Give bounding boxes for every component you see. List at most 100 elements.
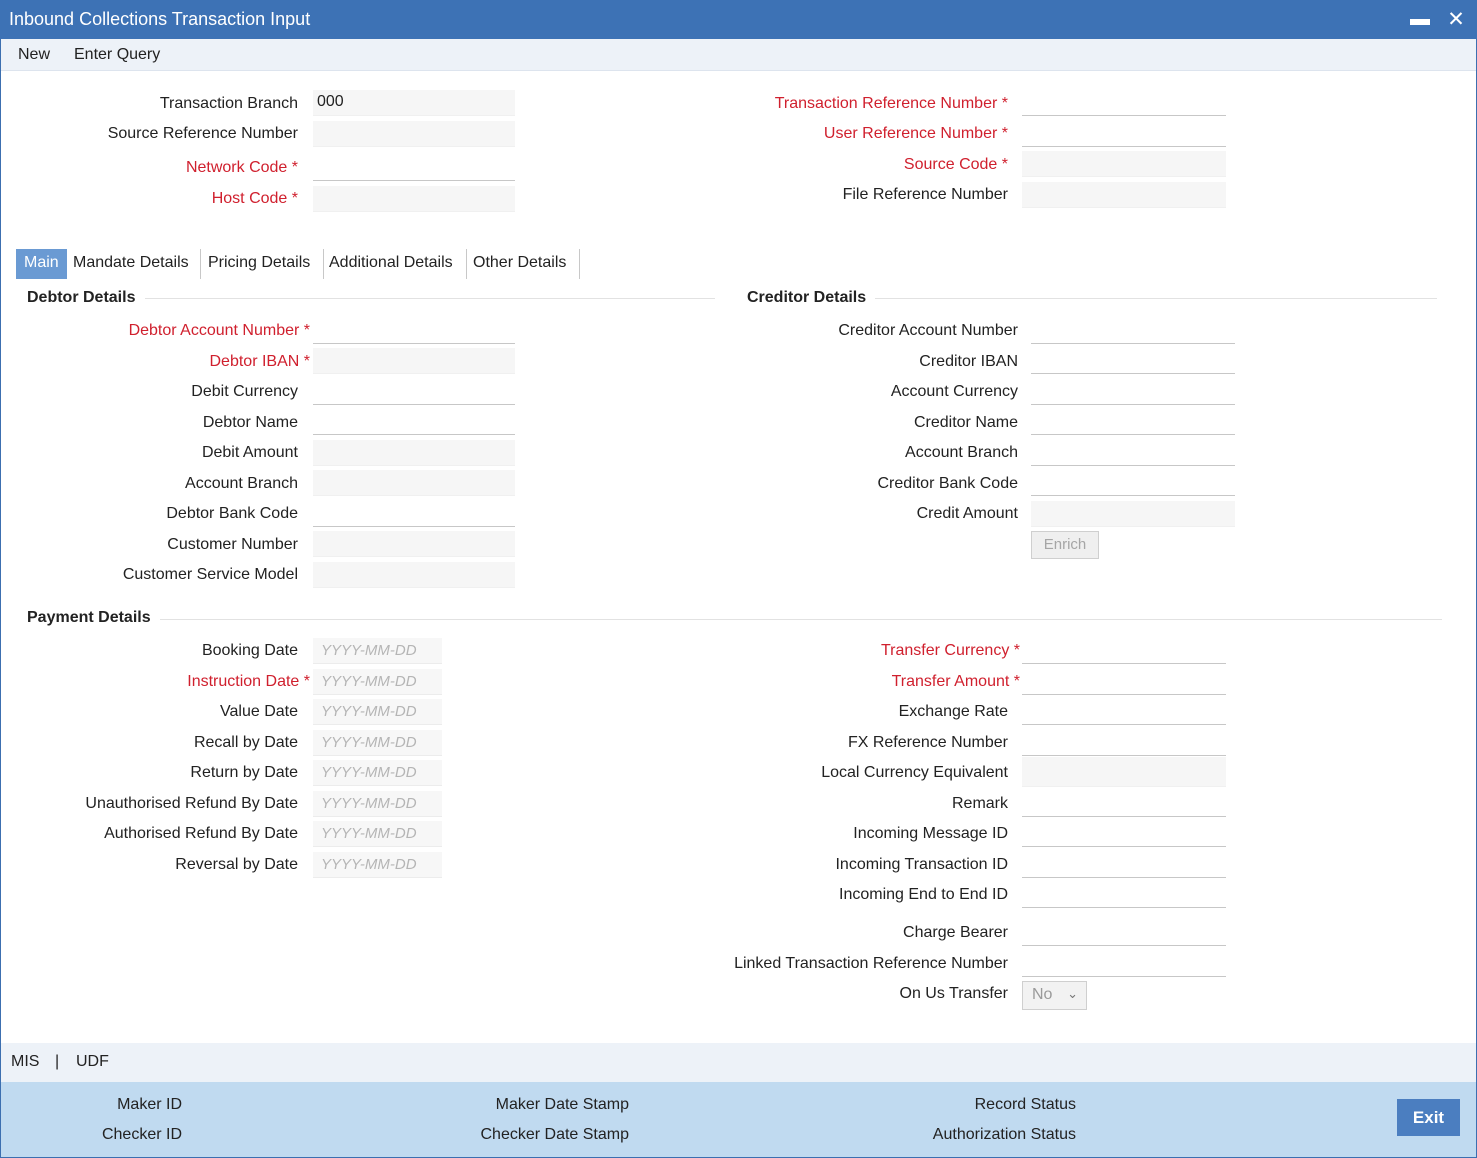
reversal-by-date-field[interactable]: YYYY-MM-DD: [313, 852, 442, 878]
network-code-label: Network Code *: [185, 159, 298, 176]
transaction-reference-number-field[interactable]: [1022, 90, 1226, 116]
debit-currency-field[interactable]: [313, 379, 515, 405]
udf-link[interactable]: UDF: [76, 1053, 109, 1071]
transfer-currency-field[interactable]: [1022, 638, 1226, 664]
transfer-currency-label: Transfer Currency *: [880, 642, 1020, 659]
on-us-transfer-select[interactable]: No ⌄: [1022, 981, 1087, 1010]
creditor-iban-label: Creditor IBAN: [919, 353, 1018, 370]
local-currency-equivalent-label: Local Currency Equivalent: [821, 764, 1008, 781]
fx-reference-number-field[interactable]: [1022, 730, 1226, 756]
tab-divider: [323, 249, 324, 279]
incoming-transaction-id-label: Incoming Transaction ID: [835, 856, 1008, 873]
exchange-rate-field[interactable]: [1022, 699, 1226, 725]
account-currency-label: Account Currency: [890, 383, 1018, 400]
unauthorised-refund-by-date-field[interactable]: YYYY-MM-DD: [313, 791, 442, 817]
transaction-branch-label: Transaction Branch: [159, 95, 298, 112]
creditor-name-label: Creditor Name: [913, 414, 1018, 431]
user-reference-number-field[interactable]: [1022, 121, 1226, 147]
creditor-name-field[interactable]: [1031, 409, 1235, 435]
debtor-bank-code-label: Debtor Bank Code: [166, 505, 298, 522]
maker-id-label: Maker ID: [117, 1096, 182, 1113]
charge-bearer-field[interactable]: [1022, 920, 1226, 946]
creditor-iban-field[interactable]: [1031, 348, 1235, 374]
source-code-field: [1022, 151, 1226, 177]
new-menu-item[interactable]: New: [18, 46, 50, 64]
creditor-account-branch-field[interactable]: [1031, 440, 1235, 466]
debit-currency-label: Debit Currency: [191, 383, 298, 400]
fx-reference-number-label: FX Reference Number: [847, 734, 1008, 751]
debit-amount-field: [313, 440, 515, 466]
section-divider: [145, 298, 715, 299]
remark-field[interactable]: [1022, 791, 1226, 817]
tab-mandate-details[interactable]: Mandate Details: [73, 249, 189, 279]
file-reference-number-label: File Reference Number: [842, 186, 1008, 203]
debtor-account-number-field[interactable]: [313, 318, 515, 344]
user-reference-number-label: User Reference Number *: [823, 125, 1008, 142]
file-reference-number-field: [1022, 182, 1226, 208]
instruction-date-label: Instruction Date *: [187, 673, 310, 690]
transfer-amount-label: Transfer Amount *: [891, 673, 1020, 690]
section-divider: [875, 298, 1437, 299]
checker-id-label: Checker ID: [101, 1126, 182, 1143]
value-date-field[interactable]: YYYY-MM-DD: [313, 699, 442, 725]
tab-other-details[interactable]: Other Details: [473, 249, 566, 279]
debtor-account-branch-field: [313, 470, 515, 496]
debtor-iban-label: Debtor IBAN *: [209, 353, 311, 370]
debit-amount-label: Debit Amount: [201, 444, 298, 461]
debtor-account-branch-label: Account Branch: [185, 475, 298, 492]
local-currency-equivalent-field: [1022, 757, 1226, 787]
tab-divider: [200, 249, 201, 279]
debtor-name-label: Debtor Name: [202, 414, 298, 431]
transfer-amount-field[interactable]: [1022, 669, 1226, 695]
source-reference-number-label: Source Reference Number: [107, 125, 298, 142]
linked-transaction-reference-number-field[interactable]: [1022, 951, 1226, 977]
incoming-message-id-label: Incoming Message ID: [853, 825, 1008, 842]
transaction-branch-field: 000: [313, 90, 515, 116]
incoming-end-to-end-id-field[interactable]: [1022, 882, 1226, 908]
customer-number-field: [313, 531, 515, 557]
creditor-account-number-label: Creditor Account Number: [838, 322, 1018, 339]
recall-by-date-field[interactable]: YYYY-MM-DD: [313, 730, 442, 756]
enter-query-menu-item[interactable]: Enter Query: [74, 46, 160, 64]
enrich-button[interactable]: Enrich: [1031, 531, 1099, 559]
bottom-links-bar: MIS | UDF: [1, 1043, 1476, 1082]
minimize-icon[interactable]: ▬: [1410, 8, 1430, 31]
creditor-bank-code-field[interactable]: [1031, 470, 1235, 496]
tab-additional-details[interactable]: Additional Details: [329, 249, 453, 279]
incoming-message-id-field[interactable]: [1022, 821, 1226, 847]
tab-main[interactable]: Main: [16, 249, 67, 279]
mis-link[interactable]: MIS: [11, 1053, 39, 1071]
debtor-bank-code-field[interactable]: [313, 501, 515, 527]
on-us-transfer-label: On Us Transfer: [899, 985, 1008, 1002]
incoming-transaction-id-field[interactable]: [1022, 852, 1226, 878]
title-bar: Inbound Collections Transaction Input ▬ …: [0, 0, 1477, 39]
exit-button[interactable]: Exit: [1397, 1099, 1460, 1136]
booking-date-label: Booking Date: [201, 642, 298, 659]
source-reference-number-field: [313, 121, 515, 147]
charge-bearer-label: Charge Bearer: [903, 924, 1008, 941]
tab-divider: [466, 249, 467, 279]
credit-amount-field: [1031, 501, 1235, 527]
creditor-account-number-field[interactable]: [1031, 318, 1235, 344]
debtor-name-field[interactable]: [313, 409, 515, 435]
network-code-field[interactable]: [313, 155, 515, 181]
account-currency-field[interactable]: [1031, 379, 1235, 405]
customer-service-model-field: [313, 562, 515, 588]
host-code-field: [313, 186, 515, 212]
return-by-date-field[interactable]: YYYY-MM-DD: [313, 760, 442, 786]
customer-service-model-label: Customer Service Model: [122, 566, 298, 583]
close-icon[interactable]: ✕: [1446, 7, 1466, 32]
return-by-date-label: Return by Date: [190, 764, 298, 781]
authorised-refund-by-date-field[interactable]: YYYY-MM-DD: [313, 821, 442, 847]
exchange-rate-label: Exchange Rate: [898, 703, 1008, 720]
creditor-account-branch-label: Account Branch: [905, 444, 1018, 461]
instruction-date-field[interactable]: YYYY-MM-DD: [313, 669, 442, 695]
window-title: Inbound Collections Transaction Input: [9, 9, 311, 29]
maker-date-stamp-label: Maker Date Stamp: [495, 1096, 629, 1113]
linked-transaction-reference-number-label: Linked Transaction Reference Number: [734, 955, 1008, 972]
debtor-account-number-label: Debtor Account Number *: [128, 322, 310, 339]
source-code-label: Source Code *: [903, 156, 1008, 173]
value-date-label: Value Date: [220, 703, 298, 720]
booking-date-field[interactable]: YYYY-MM-DD: [313, 638, 442, 664]
tab-pricing-details[interactable]: Pricing Details: [208, 249, 310, 279]
